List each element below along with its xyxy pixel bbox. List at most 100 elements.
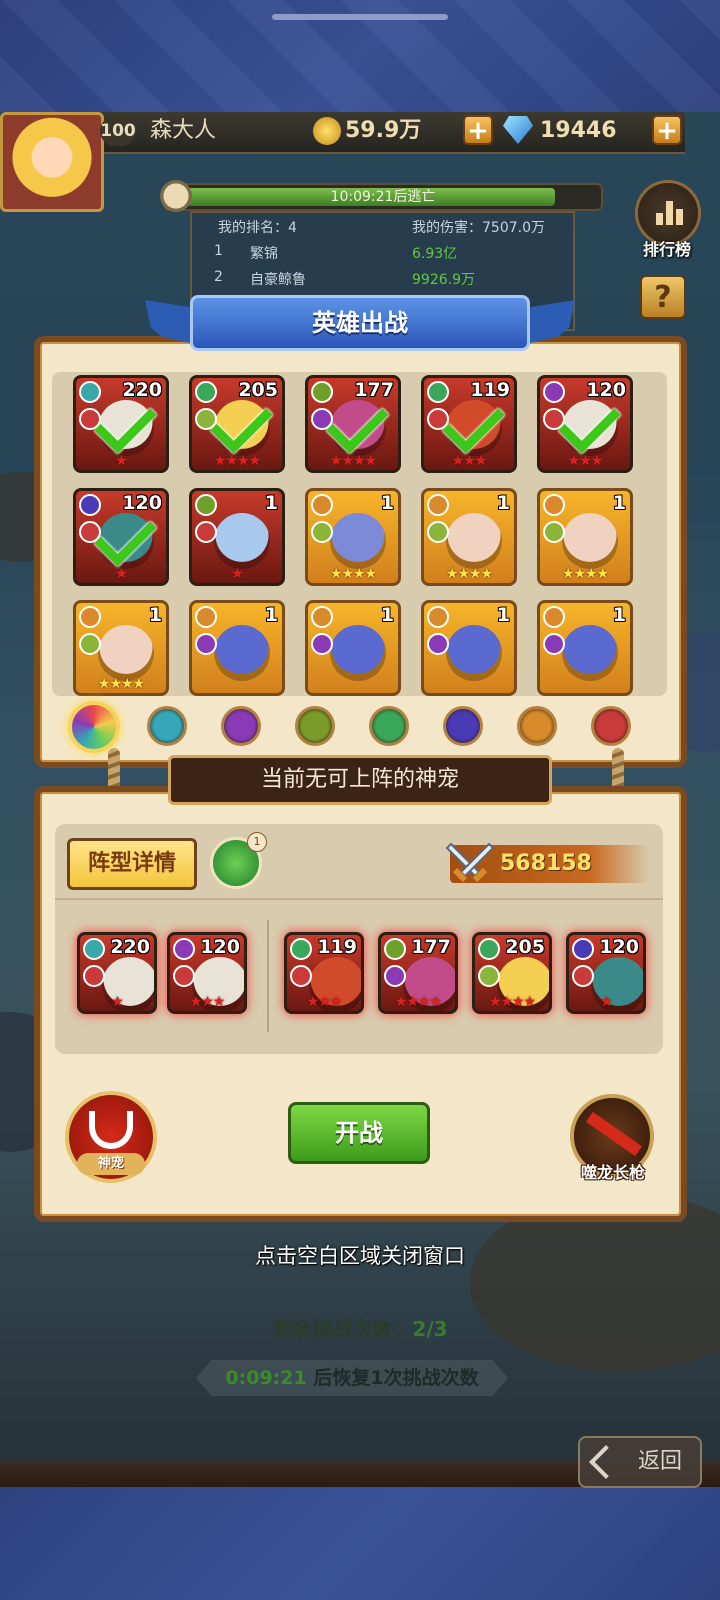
nature-filter-icon[interactable] [295, 706, 335, 746]
class-icon [543, 633, 565, 655]
spear-icon [585, 1111, 643, 1157]
boss-escape-timer: 10:09:21后逃亡 [163, 183, 603, 211]
pet-count-badge: 1 [247, 832, 267, 852]
hero-card[interactable]: 120 ★ [73, 488, 169, 586]
element-icon [572, 938, 594, 960]
hero-stars: ★★★ [567, 453, 604, 469]
player-level: 100 [100, 116, 136, 146]
hero-portrait [330, 625, 386, 681]
dark-filter-icon[interactable] [443, 706, 483, 746]
hero-card[interactable]: 120 ★★★ [167, 932, 247, 1014]
fire-filter-icon[interactable] [591, 706, 631, 746]
element-icon [79, 381, 101, 403]
add-gold-button[interactable]: + [463, 115, 493, 145]
hero-level: 1 [264, 492, 278, 514]
element-icon [543, 606, 565, 628]
hero-card[interactable]: 120 ★★★ [537, 375, 633, 473]
hero-portrait [330, 513, 386, 569]
pet-slot-button[interactable]: 1 [210, 832, 267, 889]
rank-row-value: 9926.9万 [412, 272, 475, 288]
gold-coin-icon [313, 117, 341, 145]
hero-card[interactable]: 1 [421, 600, 517, 696]
class-icon [195, 633, 217, 655]
element-icon [290, 938, 312, 960]
element-icon [83, 938, 105, 960]
diamond-amount: 19446 [540, 118, 617, 143]
class-icon [195, 521, 217, 543]
start-battle-button[interactable]: 开战 [288, 1102, 430, 1164]
rank-row-number: 1 [214, 243, 223, 259]
help-button[interactable]: ? [640, 275, 686, 319]
hero-portrait [446, 513, 502, 569]
add-diamond-button[interactable]: + [652, 115, 682, 145]
hero-card[interactable]: 120 ★ [566, 932, 646, 1014]
hero-card[interactable]: 1 [537, 600, 633, 696]
class-icon [478, 965, 500, 987]
hero-stars: ★★★ [451, 453, 488, 469]
hero-card[interactable]: 220 ★ [77, 932, 157, 1014]
element-icon [543, 381, 565, 403]
player-avatar[interactable] [0, 112, 104, 212]
element-icon [427, 494, 449, 516]
light-filter-icon[interactable] [517, 706, 557, 746]
element-icon [311, 494, 333, 516]
class-icon [290, 965, 312, 987]
hero-card[interactable]: 1 ★★★★ [537, 488, 633, 586]
close-hint: 点击空白区域关闭窗口 [255, 1244, 465, 1268]
class-icon [427, 521, 449, 543]
no-pet-message: 当前无可上阵的神宠 [168, 755, 552, 805]
hero-card[interactable]: 220 ★ [73, 375, 169, 473]
weapon-label: 噬龙长枪 [580, 1163, 645, 1182]
hero-card[interactable]: 1 ★★★★ [305, 488, 401, 586]
hero-portrait [214, 513, 270, 569]
class-icon [311, 521, 333, 543]
class-icon [83, 965, 105, 987]
class-icon [311, 633, 333, 655]
element-icon [173, 938, 195, 960]
element-icon [543, 494, 565, 516]
hero-level: 1 [496, 604, 510, 626]
hero-card[interactable]: 1 [189, 600, 285, 696]
hero-card[interactable]: 177 ★★★★ [305, 375, 401, 473]
hero-card[interactable]: 1 ★★★★ [421, 488, 517, 586]
hero-card[interactable]: 1 ★ [189, 488, 285, 586]
rank-row-value: 6.93亿 [412, 246, 458, 262]
hero-card[interactable]: 205 ★★★★ [472, 932, 552, 1014]
element-icon [311, 606, 333, 628]
hero-card[interactable]: 205 ★★★★ [189, 375, 285, 473]
all-filter-icon[interactable] [68, 701, 120, 753]
element-icon [195, 606, 217, 628]
hero-card[interactable]: 119 ★★★ [421, 375, 517, 473]
hero-card[interactable]: 1 [305, 600, 401, 696]
hero-level: 120 [200, 936, 240, 958]
pet-button[interactable]: 神宠 [65, 1091, 157, 1183]
hero-level: 119 [317, 936, 357, 958]
shadow-filter-icon[interactable] [221, 706, 261, 746]
formation-divider [267, 920, 269, 1032]
element-icon [311, 381, 333, 403]
timer-text: 10:09:21后逃亡 [330, 189, 436, 205]
water-filter-icon[interactable] [147, 706, 187, 746]
remaining-label: 剩余挑战次数： [272, 1317, 413, 1341]
status-notch [272, 14, 448, 20]
hero-stars: ★ [115, 566, 128, 582]
element-icon [195, 381, 217, 403]
back-button[interactable]: 返回 [578, 1436, 702, 1488]
class-icon [79, 633, 101, 655]
hero-portrait [562, 625, 618, 681]
hero-stars: ★★★★ [561, 566, 609, 582]
hero-level: 120 [599, 936, 639, 958]
hero-level: 1 [612, 492, 626, 514]
hero-card[interactable]: 119 ★★★ [284, 932, 364, 1014]
hero-stars: ★★★★ [329, 566, 377, 582]
bottom-frame [0, 1487, 720, 1600]
class-icon [572, 965, 594, 987]
hero-card[interactable]: 177 ★★★★ [378, 932, 458, 1014]
leaf-filter-icon[interactable] [369, 706, 409, 746]
panel-title: 英雄出战 [190, 295, 530, 351]
hero-stars: ★★★★ [445, 566, 493, 582]
formation-details-button[interactable]: 阵型详情 [67, 838, 197, 890]
hero-card[interactable]: 1 ★★★★ [73, 600, 169, 696]
recover-time: 0:09:21 [225, 1367, 307, 1389]
hero-stars: ★ [231, 566, 244, 582]
